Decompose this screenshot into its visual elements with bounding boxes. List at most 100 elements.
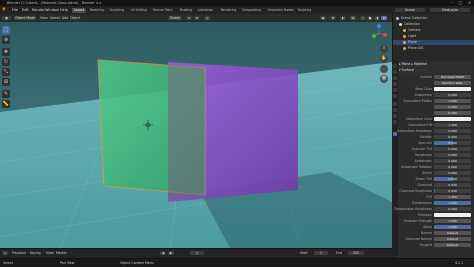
snap-icon[interactable]: ⊡: [194, 15, 200, 21]
outliner[interactable]: Scene Collection Collection Camera Light Pla…: [392, 14, 474, 61]
menu-object[interactable]: Object: [70, 16, 80, 20]
timeline-view[interactable]: View: [46, 251, 54, 255]
shading-wireframe-icon[interactable]: ○: [360, 15, 366, 21]
tab-texture-paint[interactable]: Texture Paint: [151, 8, 174, 13]
xray-toggle-icon[interactable]: ▤: [350, 15, 356, 21]
editor-type-icon[interactable]: ▣: [2, 15, 11, 21]
visibility-icon[interactable]: ◉: [320, 15, 326, 21]
menu-file[interactable]: File: [12, 8, 18, 12]
blender-logo-icon[interactable]: ◉: [2, 7, 6, 12]
timeline-marker[interactable]: Marker: [56, 251, 67, 255]
scale-tool-icon[interactable]: ⤡: [2, 68, 10, 76]
tab-geometry-nodes[interactable]: Geometry Nodes: [266, 8, 295, 13]
pivot-icon[interactable]: ⊙: [186, 15, 192, 21]
property-slider[interactable]: 0.500: [434, 141, 471, 146]
property-slider[interactable]: 0.000: [434, 159, 471, 164]
property-field[interactable]: 1.000: [434, 99, 471, 104]
timeline-playback[interactable]: Playback: [12, 251, 26, 255]
perspective-toggle-icon[interactable]: ▦: [380, 75, 388, 83]
property-slider[interactable]: 0.000: [434, 207, 471, 212]
property-slider[interactable]: 0.000: [434, 171, 471, 176]
surface-section-header[interactable]: ▾ Surface: [399, 68, 472, 73]
shading-rendered-icon[interactable]: ◍: [381, 15, 387, 21]
timeline-keying[interactable]: Keying: [30, 251, 41, 255]
physics-properties-icon[interactable]: [392, 120, 398, 125]
property-field[interactable]: 0.100: [434, 111, 471, 116]
current-frame-field[interactable]: 1: [190, 250, 204, 256]
outliner-row[interactable]: Collection: [393, 22, 474, 27]
outliner-row[interactable]: Light: [393, 34, 474, 39]
select-box-tool-icon[interactable]: ⬚: [2, 26, 10, 34]
property-slider[interactable]: 0.000: [434, 147, 471, 152]
modifier-properties-icon[interactable]: [392, 108, 398, 113]
tab-compositing[interactable]: Compositing: [240, 8, 263, 13]
play-icon[interactable]: ▶: [168, 250, 174, 256]
navigation-gizmo[interactable]: [370, 24, 388, 42]
property-field[interactable]: Default: [434, 231, 471, 236]
scene-properties-icon[interactable]: [392, 88, 398, 93]
object-properties-icon[interactable]: [392, 102, 398, 107]
shading-solid-icon[interactable]: ●: [367, 15, 373, 21]
tab-modeling[interactable]: Modeling: [88, 8, 105, 13]
cursor-tool-icon[interactable]: ⊕: [2, 36, 10, 44]
menu-render[interactable]: Render: [32, 8, 44, 12]
gizmo-toggle-icon[interactable]: ✥: [330, 15, 336, 21]
tab-uv-editing[interactable]: UV Editing: [129, 8, 148, 13]
property-field[interactable]: Principled BSDF: [434, 75, 471, 80]
end-frame-field[interactable]: 250: [348, 250, 364, 256]
property-slider[interactable]: 0.000: [434, 165, 471, 170]
zoom-icon[interactable]: ⌕: [380, 45, 388, 53]
tab-shading[interactable]: Shading: [178, 8, 194, 13]
tab-scripting[interactable]: Scripting: [296, 8, 313, 13]
overlay-toggle-icon[interactable]: ◐: [340, 15, 346, 21]
property-field[interactable]: Default: [434, 243, 471, 248]
pan-icon[interactable]: ✋: [380, 55, 388, 63]
outliner-row[interactable]: Camera: [393, 28, 474, 33]
rotate-tool-icon[interactable]: ↻: [2, 58, 10, 66]
menu-edit[interactable]: Edit: [22, 8, 29, 12]
property-field[interactable]: Default: [434, 237, 471, 242]
menu-help[interactable]: Help: [60, 8, 68, 12]
property-field[interactable]: 0.200: [434, 105, 471, 110]
property-slider[interactable]: 0.000: [434, 135, 471, 140]
property-slider[interactable]: 0.030: [434, 189, 471, 194]
property-slider[interactable]: 0.000: [434, 153, 471, 158]
tool-properties-icon[interactable]: [392, 64, 398, 69]
property-slider[interactable]: 1.000: [434, 201, 471, 206]
color-swatch[interactable]: [434, 117, 471, 122]
menu-select[interactable]: Select: [50, 16, 60, 20]
menu-add[interactable]: Add: [62, 16, 68, 20]
measure-tool-icon[interactable]: 📏: [2, 100, 10, 108]
particles-properties-icon[interactable]: [392, 114, 398, 119]
transform-orientation-selector[interactable]: Global: [168, 15, 182, 21]
scene-selector[interactable]: Scene: [395, 7, 425, 13]
camera-view-icon[interactable]: 🎥: [380, 65, 388, 73]
outliner-row[interactable]: Plane: [393, 40, 474, 45]
tab-rendering[interactable]: Rendering: [219, 8, 238, 13]
render-properties-icon[interactable]: [392, 70, 398, 75]
play-reverse-icon[interactable]: ◀: [160, 250, 166, 256]
menu-window[interactable]: Window: [45, 8, 59, 12]
proportional-edit-icon[interactable]: ◎: [204, 15, 210, 21]
view-layer-properties-icon[interactable]: [392, 82, 398, 87]
annotate-tool-icon[interactable]: ✎: [2, 90, 10, 98]
mode-selector[interactable]: Object Mode: [14, 15, 36, 21]
tab-sculpting[interactable]: Sculpting: [108, 8, 126, 13]
outliner-row[interactable]: Scene Collection: [393, 16, 474, 21]
property-slider[interactable]: 1.400: [434, 123, 471, 128]
property-slider[interactable]: 1.000: [434, 225, 471, 230]
timeline-editor-icon[interactable]: ◷: [2, 250, 8, 256]
property-slider[interactable]: 0.000: [434, 129, 471, 134]
property-field[interactable]: 1.000: [434, 219, 471, 224]
tab-animation[interactable]: Animation: [196, 8, 215, 13]
transform-tool-icon[interactable]: ⊞: [2, 78, 10, 86]
3d-viewport[interactable]: [0, 22, 392, 248]
world-properties-icon[interactable]: [392, 94, 398, 99]
outliner-row[interactable]: Plane.001: [393, 46, 474, 51]
property-slider[interactable]: 0.500: [434, 177, 471, 182]
property-field[interactable]: 1.450: [434, 195, 471, 200]
property-slider[interactable]: 0.000: [434, 93, 471, 98]
color-swatch[interactable]: [434, 213, 471, 218]
menu-view[interactable]: View: [40, 16, 48, 20]
tab-layout[interactable]: Layout: [72, 7, 86, 13]
